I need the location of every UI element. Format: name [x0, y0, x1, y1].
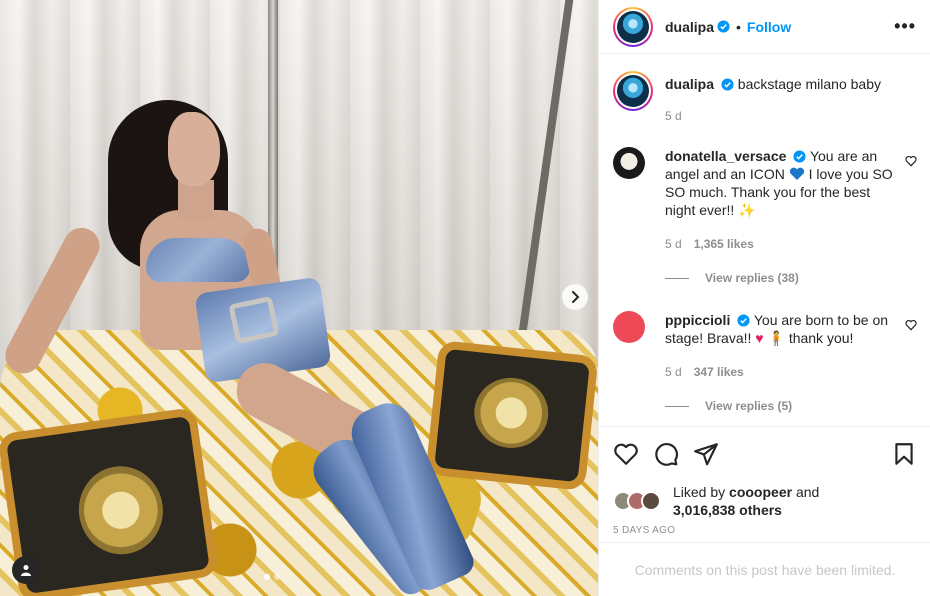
person-emoji: 🧍 — [767, 330, 785, 346]
comment-age: 5 d — [665, 365, 682, 379]
avatar-image — [617, 75, 649, 107]
person-neck — [178, 180, 214, 220]
caption-author-avatar[interactable] — [613, 71, 653, 111]
separator-dot: • — [736, 18, 741, 35]
author-avatar[interactable] — [613, 6, 653, 47]
comment-icon[interactable] — [653, 441, 679, 467]
medusa-pillow-right — [425, 340, 598, 491]
verified-icon — [737, 314, 750, 327]
comment-text-continued: thank you! — [788, 330, 854, 346]
comment-likes[interactable]: 347 likes — [694, 365, 744, 379]
heart-icon[interactable] — [613, 441, 639, 467]
post-caption: dualipa backstage milano baby 5 d — [613, 71, 913, 123]
commenter-username[interactable]: pppiccioli — [665, 312, 730, 328]
post-image[interactable] — [0, 0, 598, 596]
medusa-crest — [470, 374, 552, 452]
verified-icon — [793, 150, 806, 163]
person-face — [168, 112, 220, 186]
user-tag-button[interactable] — [12, 556, 40, 584]
denim-top — [146, 238, 250, 282]
post-actions: Liked by cooopeer and 3,016,838 others 5… — [599, 426, 930, 536]
sparkle-emoji: ✨ — [738, 202, 756, 218]
post-side-panel: dualipa • Follow ••• dualipa backstage m… — [598, 0, 930, 596]
likes-summary: Liked by cooopeer and 3,016,838 others — [613, 483, 917, 519]
comments-limited-notice: Comments on this post have been limited. — [599, 542, 930, 596]
commenter-username[interactable]: donatella_versace — [665, 148, 786, 164]
comment-item: pppiccioli You are born to be on stage! … — [613, 311, 919, 413]
blue-heart-icon — [789, 167, 804, 180]
save-icon[interactable] — [891, 441, 917, 467]
avatar-image — [617, 10, 649, 43]
share-icon[interactable] — [693, 441, 719, 467]
carousel-dot — [274, 574, 280, 580]
verified-icon — [717, 20, 730, 33]
comment-likes[interactable]: 1,365 likes — [694, 237, 754, 251]
likes-and: and — [795, 484, 820, 500]
carousel-indicator — [264, 574, 280, 580]
comment-age: 5 d — [665, 237, 682, 251]
verified-icon — [721, 78, 734, 91]
commenter-avatar[interactable] — [613, 311, 645, 343]
caption-text: backstage milano baby — [737, 76, 881, 92]
red-heart-emoji: ♥ — [755, 330, 764, 346]
post-date: 5 DAYS AGO — [613, 525, 676, 536]
follow-button[interactable]: Follow — [747, 19, 791, 35]
carousel-next-button[interactable] — [562, 284, 588, 310]
chevron-right-icon — [572, 291, 580, 303]
user-tag-icon — [21, 565, 31, 576]
medusa-crest — [73, 460, 169, 560]
comment-item: donatella_versace You are an angel and a… — [613, 147, 919, 285]
likes-prefix: Liked by — [673, 484, 726, 500]
author-username[interactable]: dualipa — [665, 19, 714, 35]
view-replies-button[interactable]: View replies (38) — [665, 271, 919, 285]
likes-count[interactable]: 3,016,838 others — [673, 502, 782, 518]
small-heart-icon[interactable] — [905, 155, 917, 167]
view-replies-button[interactable]: View replies (5) — [665, 399, 919, 413]
carousel-dot-active — [264, 574, 270, 580]
post-header: dualipa • Follow ••• — [599, 0, 930, 54]
liker-avatars[interactable] — [613, 491, 661, 511]
caption-username[interactable]: dualipa — [665, 76, 714, 92]
liker-username[interactable]: cooopeer — [729, 484, 792, 500]
caption-age: 5 d — [665, 109, 682, 123]
commenter-avatar[interactable] — [613, 147, 645, 179]
comments-section[interactable]: dualipa backstage milano baby 5 d donate… — [599, 55, 930, 425]
small-heart-icon[interactable] — [905, 319, 917, 331]
more-options-icon[interactable]: ••• — [894, 16, 916, 37]
